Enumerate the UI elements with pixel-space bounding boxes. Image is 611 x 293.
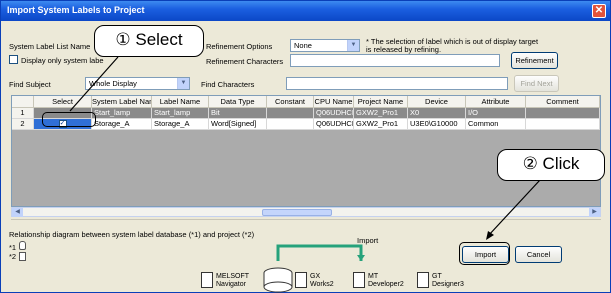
import-highlight xyxy=(459,242,510,265)
click-arrow-line xyxy=(487,179,541,237)
select-arrow-line xyxy=(69,56,119,112)
click-arrow-head xyxy=(486,231,494,240)
callout-arrows xyxy=(69,56,541,240)
click-callout: ② Click xyxy=(497,149,605,181)
